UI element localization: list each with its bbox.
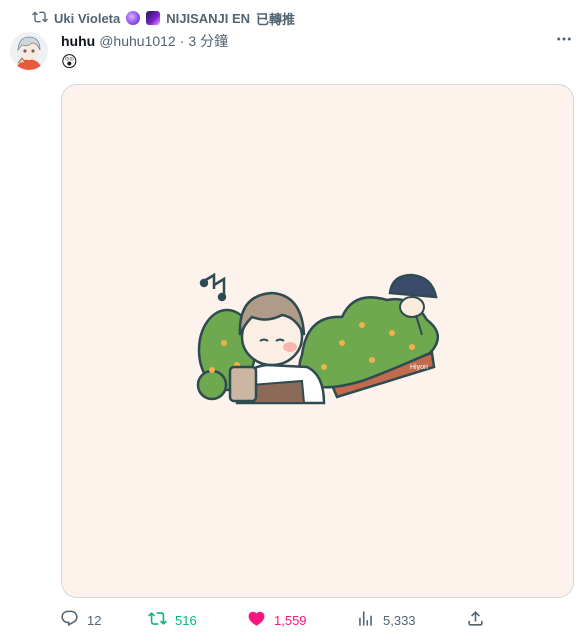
planter-text: Hiyori (410, 364, 428, 371)
views-chart-icon (356, 609, 375, 631)
retweeter-name[interactable]: Uki Violeta (54, 11, 120, 26)
retweet-count: 516 (175, 612, 197, 628)
retweet-action-icon (148, 609, 167, 631)
tweet-media-image[interactable]: Hiyori (61, 84, 574, 598)
author-name[interactable]: huhu (61, 33, 95, 49)
retweeter-affiliation: NIJISANJI EN (166, 10, 251, 26)
reply-count: 12 (87, 612, 102, 628)
crystal-ball-emoji-icon (126, 11, 141, 25)
views-button[interactable]: 5,333 (356, 608, 416, 632)
galaxy-emoji-icon (146, 11, 161, 25)
share-button[interactable] (466, 608, 485, 632)
retweet-context: Uki Violeta NIJISANJI EN 已轉推 (32, 8, 295, 28)
tweet-actions-bar: 12 516 1,559 5,333 (60, 608, 500, 632)
retweet-button[interactable]: 516 (148, 608, 197, 632)
music-note-illustration (199, 272, 227, 302)
retweeted-label: 已轉推 (256, 11, 296, 27)
reply-button[interactable]: 12 (60, 608, 101, 632)
views-count: 5,333 (383, 612, 416, 628)
reply-icon (60, 609, 79, 631)
tweet-time[interactable]: 3 分鐘 (188, 31, 228, 51)
tweet-header: huhu @huhu1012 · 3 分鐘 (61, 32, 228, 50)
more-button[interactable] (550, 30, 578, 52)
author-handle[interactable]: @huhu1012 (99, 33, 176, 49)
more-icon (555, 30, 573, 53)
like-count: 1,559 (274, 612, 307, 628)
heart-icon (247, 609, 266, 631)
meta-separator: · (179, 33, 185, 49)
retweet-icon (32, 9, 48, 28)
tweet-text: 😲 (61, 54, 78, 71)
like-button[interactable]: 1,559 (247, 608, 307, 632)
share-icon (466, 609, 485, 631)
avatar[interactable] (10, 32, 48, 70)
